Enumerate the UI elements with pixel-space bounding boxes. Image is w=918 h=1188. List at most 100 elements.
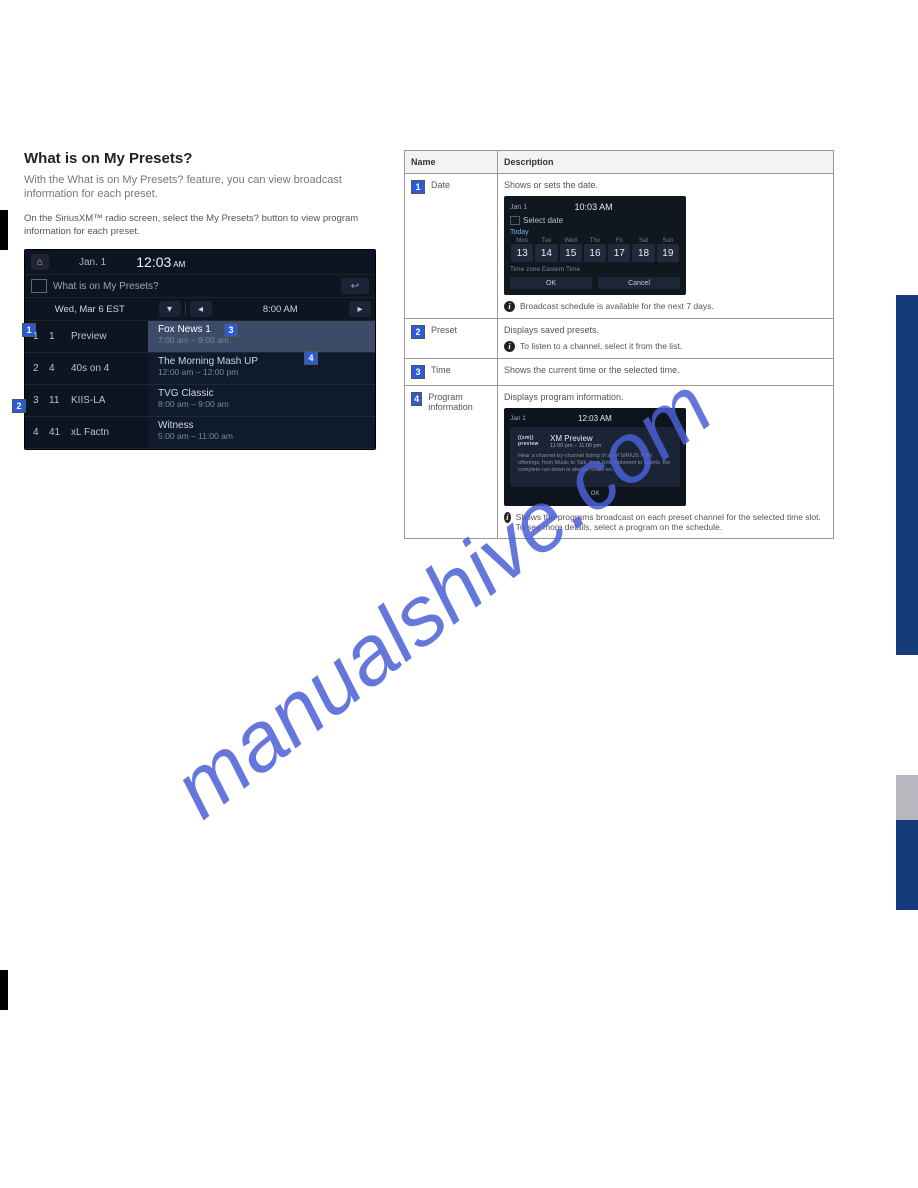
row-badge: 4 (411, 392, 422, 406)
mc-day[interactable]: 17 (608, 244, 630, 262)
preset-right: Fox News 1 7:00 am – 9:00 am (148, 321, 375, 352)
feature-name: Preset (431, 325, 457, 335)
info-note: Broadcast schedule is available for the … (520, 301, 714, 311)
callout-3: 3 (224, 323, 238, 337)
home-icon[interactable]: ⌂ (31, 254, 49, 270)
mc-title: Select date (510, 216, 680, 225)
mp-ok-button[interactable]: OK (570, 491, 620, 501)
av-screenshot-wrap: 1 2 3 4 ⌂ Jan. 1 12:03AM What is on My P… (24, 249, 376, 450)
av-clock-time: 12:03 (136, 254, 171, 270)
section-heading: What is on My Presets? (24, 150, 374, 167)
row-channel-name: Preview (71, 331, 107, 342)
back-icon[interactable]: ↩ (341, 278, 369, 294)
feature-desc: Displays saved presets. (504, 325, 827, 335)
preset-row[interactable]: 3 11 KIIS-LA TVG Classic 8:00 am – 9:00 … (25, 385, 375, 417)
feature-desc-cell: Displays saved presets. i To listen to a… (498, 319, 834, 359)
mc-day[interactable]: 18 (632, 244, 654, 262)
preset-row[interactable]: 2 4 40s on 4 The Morning Mash UP 12:00 a… (25, 353, 375, 385)
feature-desc-cell: Shows or sets the date. Jan 1 10:03 AM S… (498, 174, 834, 319)
bar-time-text: 8:00 AM (263, 304, 298, 315)
time-prev-icon[interactable]: ◂ (190, 301, 212, 317)
table-row: 1 Date Shows or sets the date. Jan 1 10:… (405, 174, 834, 319)
feature-desc-cell: Shows the current time or the selected t… (498, 359, 834, 386)
table-row: 3 Time Shows the current time or the sel… (405, 359, 834, 386)
mc-ok-button[interactable]: OK (510, 277, 592, 289)
preset-left: 2 4 40s on 4 (25, 353, 148, 384)
feature-name: Program information (428, 392, 491, 412)
av-date: Jan. 1 (79, 257, 106, 268)
av-title-text: What is on My Presets? (53, 281, 159, 292)
calendar-icon (31, 279, 47, 293)
av-clock-ampm: AM (173, 260, 185, 269)
mc-day[interactable]: 15 (560, 244, 582, 262)
mc-day-numbers: 13141516171819 (510, 244, 680, 262)
left-edge-marker (0, 210, 8, 250)
info-note: Shows the programs broadcast on each pre… (516, 512, 827, 532)
row-badge: 2 (411, 325, 425, 339)
date-seg[interactable]: Wed, Mar 6 EST (25, 304, 155, 315)
feature-table: Name Description 1 Date Shows or sets th… (404, 150, 834, 539)
mc-day[interactable]: 16 (584, 244, 606, 262)
mc-day[interactable]: 13 (511, 244, 533, 262)
row-channel-num: 11 (49, 395, 67, 406)
av-clock: 12:03AM (136, 254, 185, 270)
mc-timezone: Time zone Eastern Time (510, 266, 680, 273)
mc-cancel-button[interactable]: Cancel (598, 277, 680, 289)
date-popup-screenshot: Jan 1 10:03 AM Select date Today MonTueW… (504, 196, 686, 295)
row-time: 5:00 am – 11:00 am (158, 431, 367, 441)
row-channel-name: KIIS-LA (71, 395, 105, 406)
bar-date-text: Wed, Mar 6 EST (55, 304, 125, 315)
preset-right: Witness 5:00 am – 11:00 am (148, 417, 375, 448)
row-index: 2 (33, 363, 45, 374)
mp-clock: 12:03 AM (578, 414, 612, 423)
av-screenshot: ⌂ Jan. 1 12:03AM What is on My Presets? … (24, 249, 376, 450)
th-desc: Description (498, 151, 834, 174)
preset-left: 3 11 KIIS-LA (25, 385, 148, 416)
preset-right: TVG Classic 8:00 am – 9:00 am (148, 385, 375, 416)
row-badge: 1 (411, 180, 425, 194)
feature-name: Time (431, 365, 451, 375)
row-time: 7:00 am – 9:00 am (158, 335, 367, 345)
preset-right: The Morning Mash UP 12:00 am – 12:00 pm (148, 353, 375, 384)
row-show: Witness (158, 420, 367, 431)
left-edge-marker-2 (0, 970, 8, 1010)
mp-title: XM Preview (550, 434, 601, 443)
row-show: TVG Classic (158, 388, 367, 399)
row-time: 8:00 am – 9:00 am (158, 399, 367, 409)
row-badge: 3 (411, 365, 425, 379)
row-index: 4 (33, 427, 45, 438)
preset-row[interactable]: 1 1 Preview Fox News 1 7:00 am – 9:00 am (25, 321, 375, 353)
callout-4: 4 (304, 351, 318, 365)
av-topbar: ⌂ Jan. 1 12:03AM (25, 250, 375, 275)
th-name: Name (405, 151, 498, 174)
preset-row[interactable]: 4 41 xL Factn Witness 5:00 am – 11:00 am (25, 417, 375, 449)
time-seg[interactable]: 8:00 AM (216, 304, 346, 315)
preset-list: 1 1 Preview Fox News 1 7:00 am – 9:00 am… (25, 321, 375, 449)
feature-name-cell: 4 Program information (405, 386, 498, 539)
seg-divider (185, 302, 186, 316)
feature-name-cell: 2 Preset (405, 319, 498, 359)
preset-left: 1 1 Preview (25, 321, 148, 352)
mc-date: Jan 1 (510, 204, 527, 211)
feature-name-cell: 1 Date (405, 174, 498, 319)
row-channel-name: 40s on 4 (71, 363, 109, 374)
info-note: To listen to a channel, select it from t… (520, 341, 682, 351)
table-row: 4 Program information Displays program i… (405, 386, 834, 539)
intro-paragraph: On the SiriusXM™ radio screen, select th… (24, 212, 374, 240)
preset-left: 4 41 xL Factn (25, 417, 148, 448)
feature-name-cell: 3 Time (405, 359, 498, 386)
callout-2: 2 (12, 399, 26, 413)
feature-desc: Shows or sets the date. (504, 180, 827, 190)
time-next-icon[interactable]: ▸ (349, 301, 371, 317)
mp-date: Jan 1 (510, 415, 526, 422)
mc-day[interactable]: 19 (657, 244, 679, 262)
xm-logo-icon: ((xm)) preview (518, 433, 544, 449)
row-channel-num: 4 (49, 363, 67, 374)
date-dropdown-icon[interactable]: ▾ (159, 301, 181, 317)
left-column: What is on My Presets? With the What is … (24, 150, 374, 539)
mc-clock: 10:03 AM (575, 202, 613, 212)
mc-day[interactable]: 14 (535, 244, 557, 262)
row-channel-num: 1 (49, 331, 67, 342)
feature-desc-cell: Displays program information. Jan 1 12:0… (498, 386, 834, 539)
row-show: Fox News 1 (158, 324, 367, 335)
